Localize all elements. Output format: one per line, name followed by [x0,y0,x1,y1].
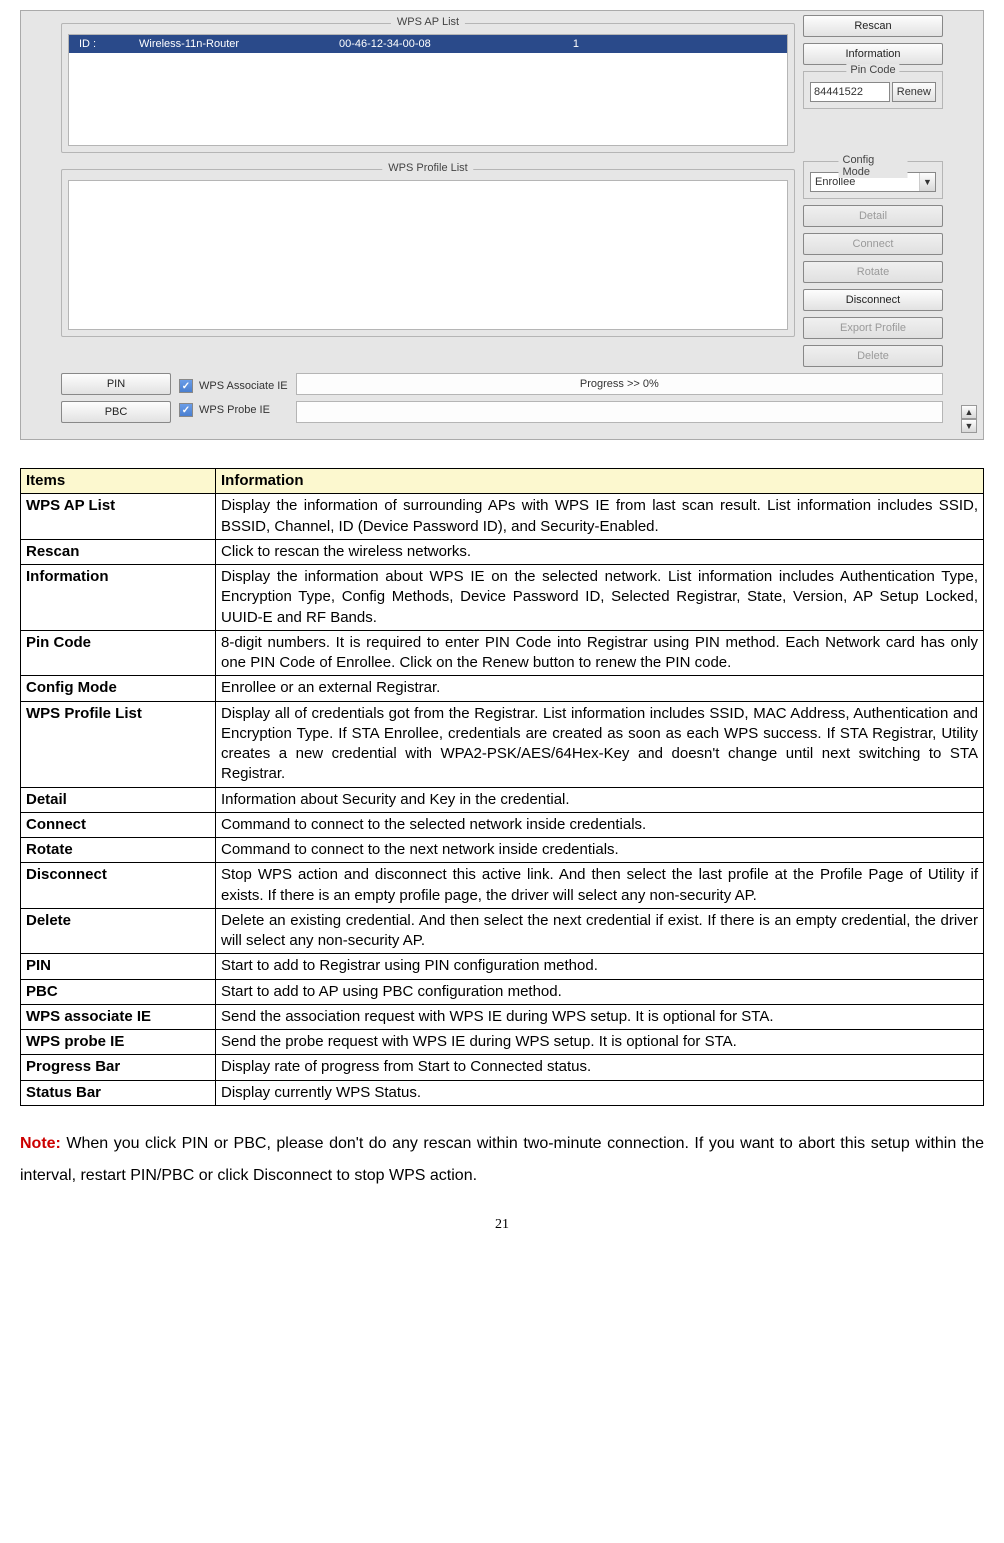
item-description: Display the information of surrounding A… [216,494,984,540]
item-name: WPS associate IE [21,1004,216,1029]
item-name: Information [21,565,216,631]
item-description: Command to connect to the selected netwo… [216,812,984,837]
table-row: Config ModeEnrollee or an external Regis… [21,676,984,701]
table-row: PBCStart to add to AP using PBC configur… [21,979,984,1004]
wps-profile-list[interactable] [68,180,788,330]
item-name: WPS probe IE [21,1030,216,1055]
wps-ap-list-group: WPS AP List ID : Wireless-11n-Router 00-… [61,23,795,153]
progress-bar: Progress >> 0% [296,373,943,395]
status-bar [296,401,943,423]
item-name: Connect [21,812,216,837]
renew-button[interactable]: Renew [892,82,936,102]
chevron-down-icon: ▼ [919,173,935,191]
table-row: ConnectCommand to connect to the selecte… [21,812,984,837]
item-description: Display rate of progress from Start to C… [216,1055,984,1080]
note-text: When you click PIN or PBC, please don't … [20,1135,984,1184]
table-row: DeleteDelete an existing credential. And… [21,908,984,954]
item-description: Click to rescan the wireless networks. [216,539,984,564]
scroll-up-icon[interactable]: ▲ [961,405,977,419]
wps-ap-list[interactable]: ID : Wireless-11n-Router 00-46-12-34-00-… [68,34,788,146]
check-icon: ✓ [179,403,193,417]
item-description: Start to add to Registrar using PIN conf… [216,954,984,979]
wps-profile-list-group: WPS Profile List [61,169,795,337]
scroll-down-icon[interactable]: ▼ [961,419,977,433]
item-description: Delete an existing credential. And then … [216,908,984,954]
item-description: Information about Security and Key in th… [216,787,984,812]
pin-code-group: Pin Code 84441522 Renew [803,71,943,109]
item-name: Pin Code [21,630,216,676]
item-name: Detail [21,787,216,812]
ap-bssid: 00-46-12-34-00-08 [329,38,529,50]
item-name: WPS AP List [21,494,216,540]
table-row: WPS AP ListDisplay the information of su… [21,494,984,540]
table-row: PINStart to add to Registrar using PIN c… [21,954,984,979]
table-row: RescanClick to rescan the wireless netwo… [21,539,984,564]
item-name: Disconnect [21,863,216,909]
export-profile-button[interactable]: Export Profile [803,317,943,339]
item-name: Rotate [21,838,216,863]
item-description: Display currently WPS Status. [216,1080,984,1105]
disconnect-button[interactable]: Disconnect [803,289,943,311]
delete-button[interactable]: Delete [803,345,943,367]
item-description: Start to add to AP using PBC configurati… [216,979,984,1004]
item-description: Display the information about WPS IE on … [216,565,984,631]
wps-profile-list-legend: WPS Profile List [382,162,473,174]
wps-probe-ie-label: WPS Probe IE [199,404,270,416]
scroll-arrows[interactable]: ▲ ▼ [961,405,977,433]
item-description: Command to connect to the next network i… [216,838,984,863]
col-information: Information [216,469,984,494]
ap-ssid: Wireless-11n-Router [129,38,329,50]
item-name: WPS Profile List [21,701,216,787]
item-name: PBC [21,979,216,1004]
item-description: Send the association request with WPS IE… [216,1004,984,1029]
item-name: Rescan [21,539,216,564]
rotate-button[interactable]: Rotate [803,261,943,283]
item-description: Enrollee or an external Registrar. [216,676,984,701]
note-label: Note: [20,1135,61,1152]
item-name: Progress Bar [21,1055,216,1080]
pin-button[interactable]: PIN [61,373,171,395]
item-description: Send the probe request with WPS IE durin… [216,1030,984,1055]
item-name: Delete [21,908,216,954]
table-row: DetailInformation about Security and Key… [21,787,984,812]
check-icon: ✓ [179,379,193,393]
table-row: DisconnectStop WPS action and disconnect… [21,863,984,909]
wps-associate-ie-checkbox[interactable]: ✓ WPS Associate IE [179,379,288,393]
col-items: Items [21,469,216,494]
item-description: Stop WPS action and disconnect this acti… [216,863,984,909]
table-row: RotateCommand to connect to the next net… [21,838,984,863]
wps-associate-ie-label: WPS Associate IE [199,380,288,392]
information-button[interactable]: Information [803,43,943,65]
item-name: Config Mode [21,676,216,701]
pbc-button[interactable]: PBC [61,401,171,423]
ap-channel: 1 [529,38,589,50]
rescan-button[interactable]: Rescan [803,15,943,37]
wps-ap-list-legend: WPS AP List [391,16,465,28]
pin-code-legend: Pin Code [846,64,899,76]
table-row: InformationDisplay the information about… [21,565,984,631]
page-number: 21 [20,1217,984,1233]
detail-button[interactable]: Detail [803,205,943,227]
wps-utility-panel: WPS AP List ID : Wireless-11n-Router 00-… [20,10,984,440]
item-name: Status Bar [21,1080,216,1105]
ap-row-selected[interactable]: ID : Wireless-11n-Router 00-46-12-34-00-… [69,35,787,53]
table-row: WPS Profile ListDisplay all of credentia… [21,701,984,787]
ap-id-label: ID : [69,38,129,50]
items-description-table: Items Information WPS AP ListDisplay the… [20,468,984,1106]
pin-code-input[interactable]: 84441522 [810,82,890,102]
table-row: Status BarDisplay currently WPS Status. [21,1080,984,1105]
config-mode-legend: Config Mode [839,154,908,178]
connect-button[interactable]: Connect [803,233,943,255]
item-description: 8-digit numbers. It is required to enter… [216,630,984,676]
item-name: PIN [21,954,216,979]
config-mode-group: Config Mode Enrollee ▼ [803,161,943,199]
wps-probe-ie-checkbox[interactable]: ✓ WPS Probe IE [179,403,288,417]
table-row: WPS associate IESend the association req… [21,1004,984,1029]
table-row: Pin Code8-digit numbers. It is required … [21,630,984,676]
item-description: Display all of credentials got from the … [216,701,984,787]
table-row: Progress BarDisplay rate of progress fro… [21,1055,984,1080]
note-paragraph: Note: When you click PIN or PBC, please … [20,1128,984,1192]
table-row: WPS probe IESend the probe request with … [21,1030,984,1055]
